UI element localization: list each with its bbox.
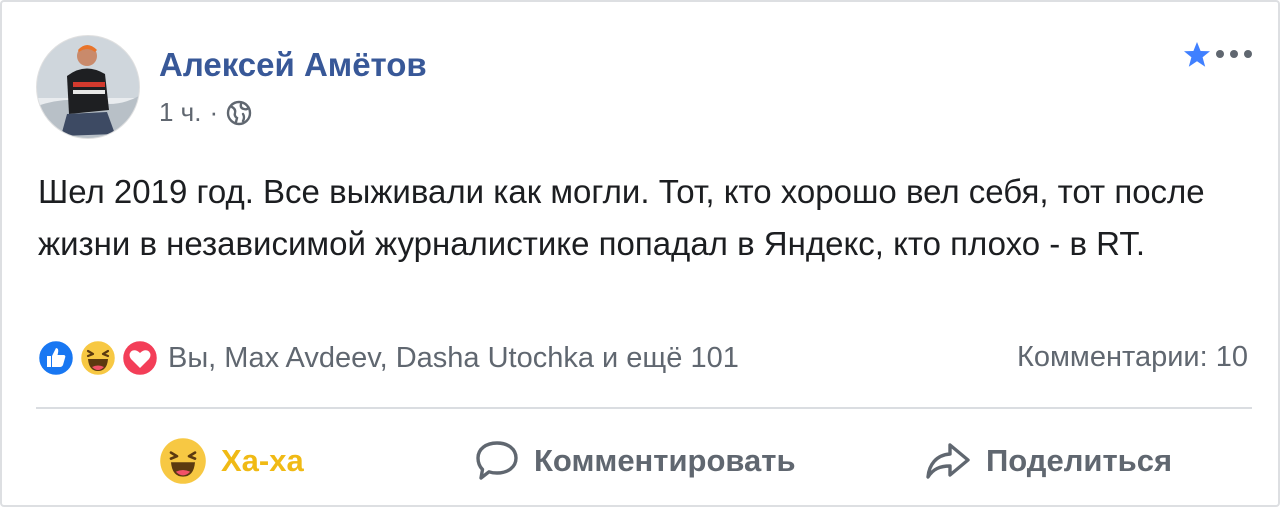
star-icon[interactable] xyxy=(1182,40,1212,70)
meta-separator: · xyxy=(209,97,219,127)
divider xyxy=(36,407,1252,409)
comment-icon xyxy=(476,441,518,480)
globe-icon[interactable] xyxy=(226,100,252,126)
post-timestamp[interactable]: 1 ч. xyxy=(159,97,201,128)
share-button[interactable]: Поделиться xyxy=(924,436,1172,486)
share-label: Поделиться xyxy=(986,443,1173,478)
haha-button[interactable]: Ха-ха xyxy=(159,436,304,486)
more-dot xyxy=(1216,50,1224,58)
reactions-summary[interactable]: Вы, Max Avdeev, Dasha Utochka и ещё 101 xyxy=(36,338,739,378)
more-dot xyxy=(1230,50,1238,58)
post-text: Шел 2019 год. Все выживали как могли. То… xyxy=(38,173,1205,262)
avatar[interactable] xyxy=(36,35,140,139)
reaction-names[interactable]: Вы, Max Avdeev, Dasha Utochka и ещё 101 xyxy=(168,342,739,375)
comment-button[interactable]: Комментировать xyxy=(474,436,796,486)
haha-icon xyxy=(160,438,206,484)
author-name[interactable]: Алексей Амётов xyxy=(159,46,427,84)
share-icon xyxy=(926,443,970,479)
comments-count[interactable]: Комментарии: 10 xyxy=(1017,341,1248,374)
reaction-icons xyxy=(36,338,162,378)
more-options-icon[interactable] xyxy=(1216,50,1262,62)
post-meta: 1 ч. · xyxy=(159,97,252,128)
comment-label: Комментировать xyxy=(534,443,796,478)
more-dot xyxy=(1244,50,1252,58)
haha-label: Ха-ха xyxy=(221,443,304,478)
love-reaction-icon xyxy=(120,338,160,378)
avatar-photo xyxy=(37,36,139,138)
like-reaction-icon xyxy=(36,338,76,378)
post-card: Алексей Амётов 1 ч. · Шел 2019 год. Все … xyxy=(0,0,1280,507)
haha-reaction-icon xyxy=(78,338,118,378)
